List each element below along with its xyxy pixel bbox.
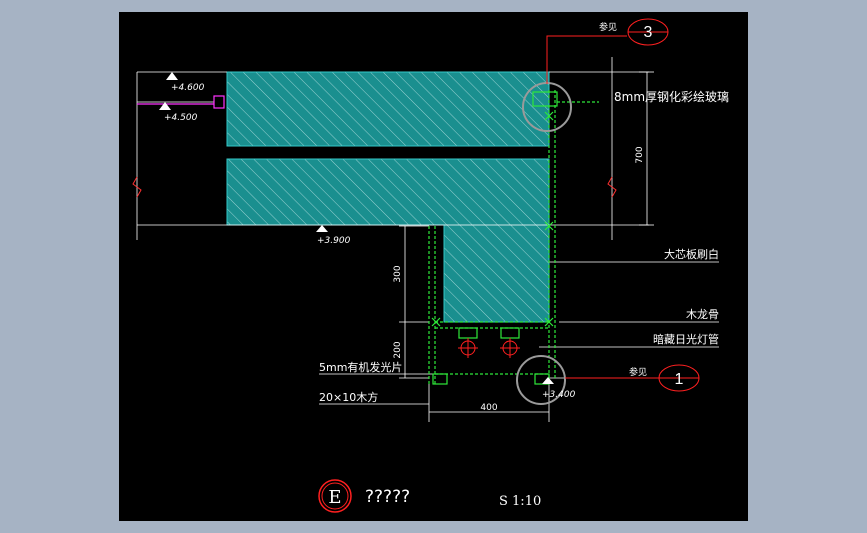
dim-200: 200 <box>393 341 403 358</box>
elevation-4600: +4.600 <box>171 83 205 93</box>
concrete-slab-lower <box>226 158 550 323</box>
ref-top-number: 3 <box>644 24 653 41</box>
dim-700: 700 <box>635 146 645 163</box>
callout-glass: 8mm厚钢化彩绘玻璃 <box>614 89 729 104</box>
ref-bottom-number: 1 <box>675 371 684 388</box>
callout-batten: 20×10木方 <box>319 390 378 404</box>
concrete-slab-upper <box>226 71 550 147</box>
detail-name: ????? <box>365 487 410 507</box>
detail-letter: E <box>328 487 341 508</box>
section-drawing: 参见 3 参见 1 +4.600 +4.500 +3.900 +3.400 70… <box>132 18 729 513</box>
scale-label: S 1:10 <box>499 494 541 509</box>
callout-lamp: 暗藏日光灯管 <box>653 332 719 346</box>
elevation-3900: +3.900 <box>317 236 351 246</box>
dim-400: 400 <box>480 403 497 413</box>
drawing-canvas: 参见 3 参见 1 +4.600 +4.500 +3.900 +3.400 70… <box>119 12 748 521</box>
callout-board: 大芯板刷白 <box>664 247 719 261</box>
callout-keel: 木龙骨 <box>686 308 719 321</box>
dim-300: 300 <box>393 265 403 282</box>
elevation-4500: +4.500 <box>164 113 198 123</box>
ref-top-label: 参见 <box>599 21 617 33</box>
elevation-3400: +3.400 <box>542 390 576 400</box>
lamp-tubes <box>458 338 520 358</box>
callout-panel: 5mm有机发光片 <box>319 360 402 374</box>
ref-bottom-label: 参见 <box>629 366 647 378</box>
